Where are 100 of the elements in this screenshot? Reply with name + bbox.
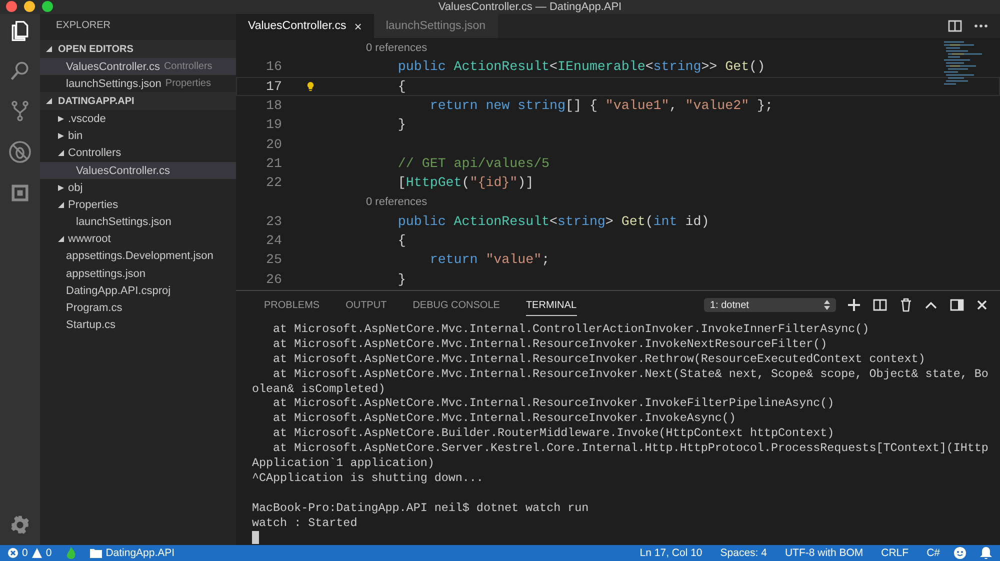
- line-number: 24: [265, 233, 282, 248]
- folder-item[interactable]: .vscode: [68, 112, 106, 125]
- trash-icon[interactable]: [900, 298, 912, 312]
- chevron-up-icon[interactable]: [925, 301, 937, 309]
- panel-tab[interactable]: OUTPUT: [346, 295, 387, 315]
- file-item[interactable]: ValuesController.cs: [40, 162, 236, 180]
- terminal-line: Application`1 application): [252, 456, 436, 471]
- files-icon[interactable]: [9, 20, 31, 42]
- panel-tab[interactable]: PROBLEMS: [264, 295, 320, 315]
- file-item[interactable]: launchSettings.json: [40, 214, 236, 231]
- twisty-icon[interactable]: [58, 133, 64, 140]
- editor-tab[interactable]: launchSettings.json: [374, 14, 498, 38]
- folder-icon: [90, 548, 102, 558]
- panel-tab[interactable]: DEBUG CONSOLE: [412, 295, 500, 315]
- error-icon[interactable]: [8, 548, 18, 558]
- twisty-icon[interactable]: [46, 46, 52, 52]
- code-line: // GET api/values/5: [396, 156, 550, 171]
- updown-caret-icon: [824, 300, 830, 310]
- terminal-line: MacBook-Pro:DatingApp.API neil$ dotnet watch run: [252, 500, 590, 516]
- folder-name[interactable]: DatingApp.API: [106, 547, 175, 559]
- folder-item[interactable]: wwwroot: [68, 233, 111, 246]
- code-line: return new string[] { "value1", "value2" };: [428, 98, 774, 114]
- code-line: public ActionResult<IEnumerable<string>> Get(): [396, 59, 766, 74]
- line-number: 19: [265, 117, 282, 132]
- codelens-text[interactable]: 0 references: [366, 42, 428, 54]
- zoom-window-button[interactable]: [42, 1, 53, 12]
- close-icon[interactable]: [977, 300, 987, 310]
- terminal-line: at Microsoft.AspNetCore.Mvc.Internal.ControllerActionInvoker.InvokeInnerFilterAsync(): [272, 322, 870, 337]
- window-title: ValuesController.cs — DatingApp.API: [438, 1, 622, 13]
- editor-tab[interactable]: ValuesController.cs ×: [236, 14, 374, 38]
- smiley-icon[interactable]: [954, 547, 966, 559]
- terminal-line: at Microsoft.AspNetCore.Server.Kestrel.Core.Internal.Http.HttpProtocol.ProcessRequests[TContext](IHttp: [272, 441, 990, 456]
- line-number: 25: [265, 252, 282, 268]
- terminal-cursor: [252, 531, 259, 544]
- terminal-line: watch : Started: [252, 516, 358, 530]
- indentation[interactable]: Spaces: 4: [720, 547, 767, 559]
- file-item[interactable]: DatingApp.API.csproj: [66, 284, 171, 297]
- more-actions-icon[interactable]: [974, 24, 988, 28]
- terminal-line: at Microsoft.AspNetCore.Mvc.Internal.ResourceInvoker.Rethrow(ResourceExecutedContext context): [272, 352, 926, 367]
- file-item[interactable]: Startup.cs: [66, 319, 116, 332]
- terminal-line: at Microsoft.AspNetCore.Mvc.Internal.ResourceInvoker.InvokeNextResourceFilter(): [272, 336, 828, 352]
- twisty-icon[interactable]: [58, 202, 64, 208]
- split-terminal-icon[interactable]: [873, 299, 887, 311]
- search-icon[interactable]: [9, 60, 31, 82]
- warning-icon[interactable]: [32, 548, 42, 558]
- terminal-line: at Microsoft.AspNetCore.Mvc.Internal.ResourceInvoker.InvokeAsync(): [272, 411, 737, 426]
- twisty-icon[interactable]: [46, 98, 52, 104]
- code-line: {: [396, 78, 406, 94]
- terminal-line: ^CApplication is shutting down...: [252, 470, 484, 486]
- line-number: 22: [265, 175, 282, 190]
- folder-item[interactable]: bin: [68, 130, 83, 142]
- line-number: 17: [265, 78, 282, 94]
- close-window-button[interactable]: [6, 1, 17, 12]
- plus-icon[interactable]: [848, 299, 860, 311]
- line-number: 26: [265, 272, 282, 287]
- folder-item[interactable]: Properties: [68, 198, 118, 211]
- codelens-text[interactable]: 0 references: [366, 196, 428, 208]
- language-mode[interactable]: C#: [926, 547, 940, 559]
- twisty-icon[interactable]: [58, 116, 64, 122]
- bell-icon[interactable]: [980, 547, 992, 559]
- settings-icon[interactable]: [10, 515, 30, 535]
- folder-item[interactable]: Controllers: [68, 147, 122, 160]
- close-tab-button[interactable]: ×: [354, 18, 362, 34]
- code-line: return "value";: [428, 252, 550, 268]
- debug-icon[interactable]: [8, 140, 32, 164]
- terminal-line: at Microsoft.AspNetCore.Mvc.Internal.ResourceInvoker.Next(State& next, Scope& scope, Object& state, Bo: [272, 366, 990, 382]
- panel-tab[interactable]: TERMINAL: [526, 294, 576, 316]
- terminal-line: at Microsoft.AspNetCore.Mvc.Internal.ResourceInvoker.InvokeFilterPipelineAsync(): [272, 396, 836, 412]
- error-count[interactable]: 0: [22, 547, 28, 559]
- line-number: 16: [265, 59, 282, 74]
- sidebar-title: EXPLORER: [55, 19, 112, 33]
- split-editor-icon[interactable]: [948, 20, 962, 32]
- line-ending[interactable]: CRLF: [881, 547, 909, 559]
- file-item[interactable]: Program.cs: [66, 302, 122, 314]
- source-control-icon[interactable]: [9, 100, 31, 122]
- code-line: }: [396, 272, 406, 287]
- terminal-line: olean& isCompleted): [252, 382, 386, 396]
- encoding[interactable]: UTF-8 with BOM: [784, 547, 864, 559]
- panel-layout-icon[interactable]: [950, 299, 964, 311]
- open-editor-item[interactable]: launchSettings.json Properties: [40, 75, 236, 92]
- line-number: 21: [265, 156, 282, 171]
- cursor-position[interactable]: Ln 17, Col 10: [640, 547, 702, 559]
- line-number: 18: [265, 98, 282, 114]
- file-item[interactable]: appsettings.json: [66, 268, 146, 280]
- code-line: }: [396, 117, 406, 132]
- line-number: 23: [265, 214, 282, 229]
- line-number: 20: [265, 136, 282, 152]
- file-item[interactable]: appsettings.Development.json: [66, 250, 214, 262]
- code-line: public ActionResult<string> Get(int id): [396, 214, 710, 229]
- terminal-dropdown[interactable]: 1: dotnet: [704, 298, 836, 312]
- code-line: [HttpGet("{id}")]: [396, 175, 534, 190]
- minimize-window-button[interactable]: [24, 1, 35, 12]
- open-editor-item[interactable]: ValuesController.cs Controllers: [40, 58, 236, 76]
- twisty-icon[interactable]: [58, 150, 64, 156]
- twisty-icon[interactable]: [58, 236, 64, 242]
- folder-item[interactable]: obj: [68, 182, 83, 194]
- lightbulb-icon[interactable]: [306, 80, 315, 92]
- twisty-icon[interactable]: [58, 184, 64, 191]
- warning-count[interactable]: 0: [46, 547, 52, 559]
- extensions-icon[interactable]: [9, 182, 31, 204]
